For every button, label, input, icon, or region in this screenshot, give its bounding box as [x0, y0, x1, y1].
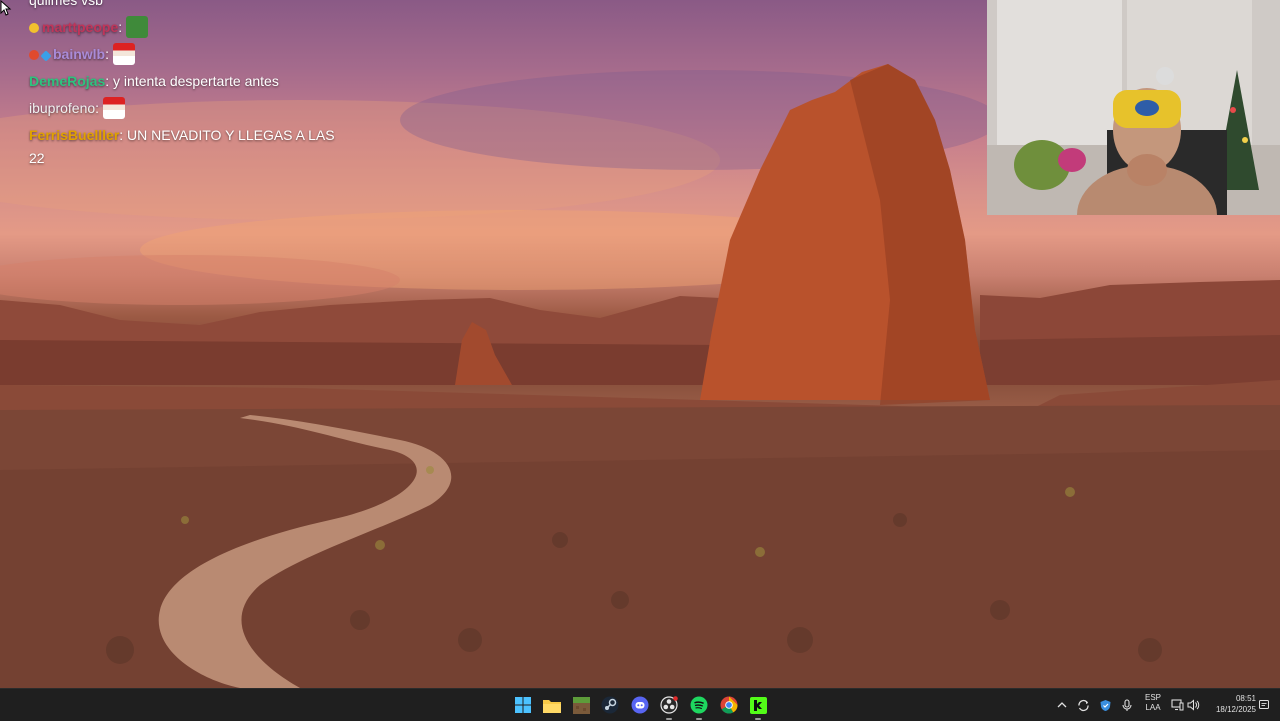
chat-message: quilmes vsb [29, 0, 349, 14]
notifications-bell-icon[interactable] [1258, 689, 1270, 721]
chat-username: ibuprofeno [29, 100, 96, 116]
input-language-indicator[interactable]: ESP LAA [1141, 693, 1165, 713]
mouse-cursor-icon [0, 0, 12, 16]
obs-icon[interactable] [658, 694, 680, 716]
chat-text: : y intenta despertarte antes [105, 73, 279, 89]
chat-text: : [95, 100, 100, 116]
steam-icon[interactable] [599, 694, 621, 716]
chat-message: marttpeope: [29, 14, 349, 41]
chat-username: bainwlb [53, 46, 106, 62]
discord-icon[interactable] [629, 694, 651, 716]
chat-username: quilmes vsb [29, 0, 103, 8]
green-emote-icon [126, 16, 149, 38]
desktop-wallpaper: quilmes vsb marttpeope: bainwlb: DemeRoj… [0, 0, 1280, 688]
webcam-overlay [987, 0, 1280, 215]
network-icon[interactable] [1171, 689, 1184, 721]
santa-emote-icon [103, 97, 126, 119]
chat-message: bainwlb: [29, 41, 349, 68]
chat-username: FerrisBuelller [29, 127, 120, 143]
chat-message: FerrisBuelller: UN NEVADITO Y LLEGAS A L… [29, 124, 349, 170]
chat-message: DemeRojas: y intenta despertarte antes [29, 68, 349, 95]
spotify-icon[interactable] [688, 694, 710, 716]
chrome-icon[interactable] [718, 694, 740, 716]
kick-icon[interactable] [747, 694, 769, 716]
language-code: ESP [1144, 693, 1161, 702]
start-icon[interactable] [512, 694, 534, 716]
sync-icon[interactable] [1077, 689, 1090, 721]
chat-username: DemeRojas [29, 73, 106, 89]
microphone-icon[interactable] [1121, 689, 1133, 721]
webcam-feed [987, 0, 1280, 215]
show-hidden-icons-chevron-up-icon[interactable] [1057, 689, 1067, 721]
chat-text: : [105, 46, 110, 62]
taskbar: ESP LAA 08:51 18/12/2025 [0, 688, 1280, 721]
clock[interactable]: 08:51 18/12/2025 [1206, 693, 1256, 715]
clock-time: 08:51 [1235, 694, 1256, 703]
santa-emote-icon [113, 43, 136, 65]
chat-message: ibuprofeno: [29, 95, 349, 122]
keyboard-layout: LAA [1145, 703, 1161, 712]
security-shield-icon[interactable] [1099, 689, 1112, 721]
badge-icon [29, 50, 39, 60]
volume-icon[interactable] [1187, 689, 1200, 721]
minecraft-icon[interactable] [570, 694, 592, 716]
stream-chat-overlay: quilmes vsb marttpeope: bainwlb: DemeRoj… [29, 0, 349, 170]
file-explorer-icon[interactable] [541, 694, 563, 716]
chat-text: : [118, 19, 123, 35]
chat-username: marttpeope [42, 19, 119, 35]
badge-icon [29, 23, 39, 33]
badge-icon [40, 50, 52, 62]
clock-date: 18/12/2025 [1215, 705, 1256, 714]
